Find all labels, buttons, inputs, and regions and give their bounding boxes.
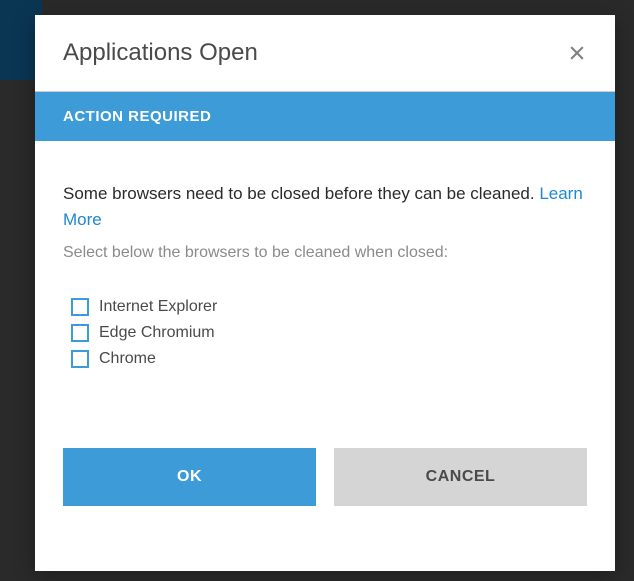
- close-icon: [567, 43, 587, 63]
- ok-button[interactable]: OK: [63, 448, 316, 506]
- dialog-title: Applications Open: [63, 39, 258, 67]
- checkbox-box-icon: [71, 324, 89, 342]
- applications-open-dialog: Applications Open ACTION REQUIRED Some b…: [35, 15, 615, 571]
- message-text: Some browsers need to be closed before t…: [63, 181, 587, 232]
- checkbox-label: Edge Chromium: [99, 324, 215, 342]
- subtext: Select below the browsers to be cleaned …: [63, 244, 587, 262]
- checkbox-box-icon: [71, 298, 89, 316]
- checkbox-box-icon: [71, 350, 89, 368]
- dialog-header: Applications Open: [35, 15, 615, 91]
- dialog-body: Some browsers need to be closed before t…: [35, 141, 615, 404]
- action-required-banner: ACTION REQUIRED: [35, 92, 615, 141]
- checkbox-label: Internet Explorer: [99, 298, 217, 316]
- checkbox-internet-explorer[interactable]: Internet Explorer: [71, 298, 587, 316]
- close-button[interactable]: [567, 43, 587, 63]
- message-prefix: Some browsers need to be closed before t…: [63, 184, 539, 203]
- checkbox-label: Chrome: [99, 350, 156, 368]
- button-row: OK CANCEL: [35, 448, 615, 506]
- cancel-button[interactable]: CANCEL: [334, 448, 587, 506]
- checkbox-edge-chromium[interactable]: Edge Chromium: [71, 324, 587, 342]
- checkbox-list: Internet Explorer Edge Chromium Chrome: [63, 298, 587, 368]
- checkbox-chrome[interactable]: Chrome: [71, 350, 587, 368]
